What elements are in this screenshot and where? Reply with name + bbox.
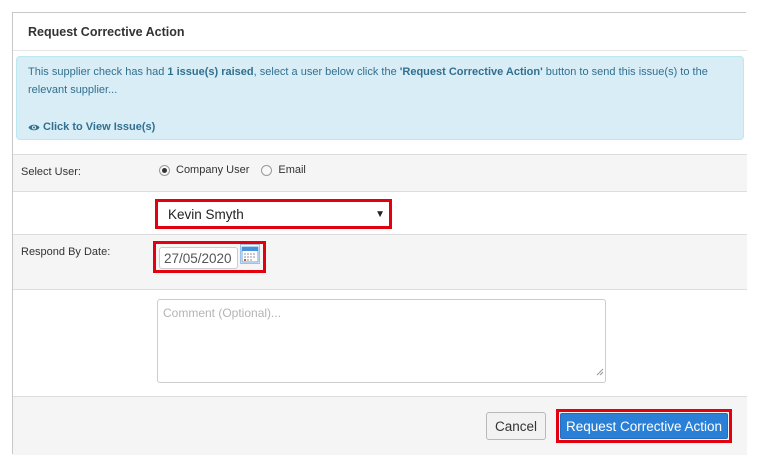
resize-handle-icon[interactable]: [595, 363, 604, 381]
respond-by-row: Respond By Date: 27/05/2020: [13, 234, 747, 289]
info-alert: This supplier check has had 1 issue(s) r…: [16, 56, 744, 140]
user-dropdown-highlight: Kevin Smyth ▼: [155, 199, 392, 229]
alert-message: This supplier check has had 1 issue(s) r…: [28, 63, 733, 99]
corrective-action-modal: Request Corrective Action This supplier …: [12, 12, 747, 455]
email-radio-label[interactable]: Email: [278, 164, 306, 176]
email-radio[interactable]: [261, 164, 273, 176]
calendar-icon: [241, 246, 259, 267]
chevron-down-icon: ▼: [375, 209, 385, 220]
submit-button-highlight: Request Corrective Action: [556, 409, 732, 443]
view-issues-label: Click to View Issue(s): [43, 121, 156, 133]
request-corrective-action-button[interactable]: Request Corrective Action: [560, 413, 728, 439]
modal-footer: Cancel Request Corrective Action: [13, 396, 747, 455]
user-type-radio-group: Company User Email: [159, 164, 318, 176]
user-select-dropdown[interactable]: Kevin Smyth ▼: [161, 205, 389, 226]
alert-issues-count: 1 issue(s) raised: [167, 66, 254, 78]
alert-text-before: This supplier check has had: [28, 66, 168, 78]
calendar-button[interactable]: [240, 244, 260, 264]
company-user-radio[interactable]: [159, 164, 170, 176]
respond-by-date-value: 27/05/2020: [164, 251, 232, 266]
select-user-label: Select User:: [21, 166, 81, 178]
modal-title: Request Corrective Action: [28, 25, 185, 39]
eye-icon: [28, 123, 40, 132]
respond-by-label: Respond By Date:: [21, 246, 111, 258]
alert-button-reference: 'Request Corrective Action': [399, 66, 543, 78]
comment-row: Comment (Optional)...: [13, 289, 747, 396]
alert-text-middle: , select a user below click the: [253, 66, 400, 78]
view-issues-link[interactable]: Click to View Issue(s): [28, 118, 155, 136]
comment-textarea[interactable]: Comment (Optional)...: [157, 299, 606, 383]
select-user-row: Select User: Company User Email: [13, 154, 747, 191]
user-select-value: Kevin Smyth: [168, 207, 244, 222]
company-user-radio-label[interactable]: Company User: [176, 164, 249, 176]
cancel-button[interactable]: Cancel: [486, 412, 546, 440]
modal-header: Request Corrective Action: [13, 13, 747, 51]
respond-by-date-input[interactable]: 27/05/2020: [159, 247, 238, 269]
user-dropdown-row: Kevin Smyth ▼: [13, 191, 747, 234]
comment-placeholder: Comment (Optional)...: [163, 306, 282, 320]
